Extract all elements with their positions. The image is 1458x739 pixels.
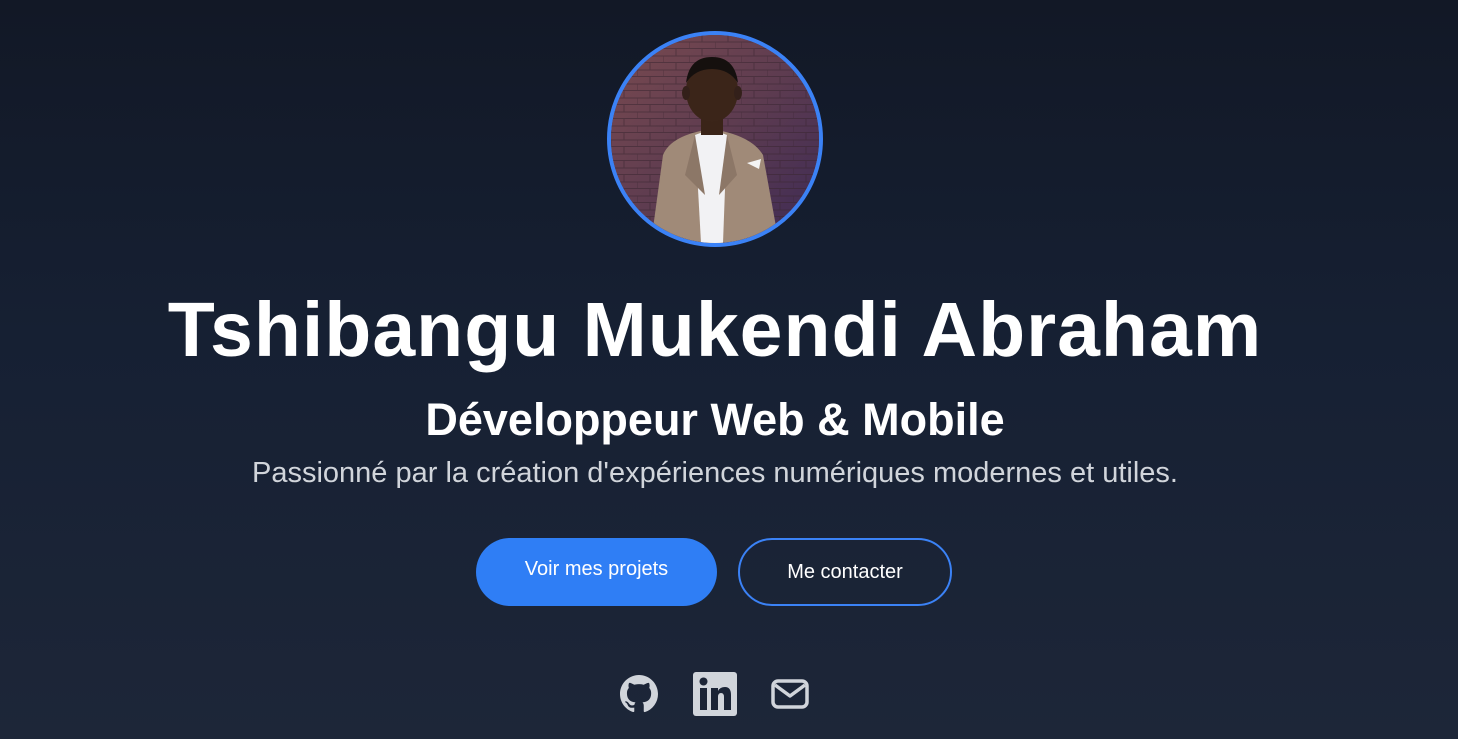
linkedin-icon (693, 672, 737, 716)
profile-photo (611, 35, 819, 243)
contact-button[interactable]: Me contacter (738, 538, 952, 606)
github-icon (620, 675, 658, 713)
linkedin-link[interactable] (693, 671, 737, 717)
mail-icon (771, 679, 809, 709)
profile-tagline: Passionné par la création d'expériences … (251, 457, 1178, 489)
profile-role: Développeur Web & Mobile (425, 394, 1005, 445)
github-link[interactable] (618, 671, 660, 717)
profile-name: Tshibangu Mukendi Abraham (167, 287, 1263, 373)
view-projects-button[interactable]: Voir mes projets (476, 538, 717, 606)
profile-avatar (607, 31, 823, 247)
social-links (0, 671, 1430, 717)
hero-section: Tshibangu Mukendi Abraham Développeur We… (0, 0, 1458, 739)
email-link[interactable] (769, 671, 811, 717)
